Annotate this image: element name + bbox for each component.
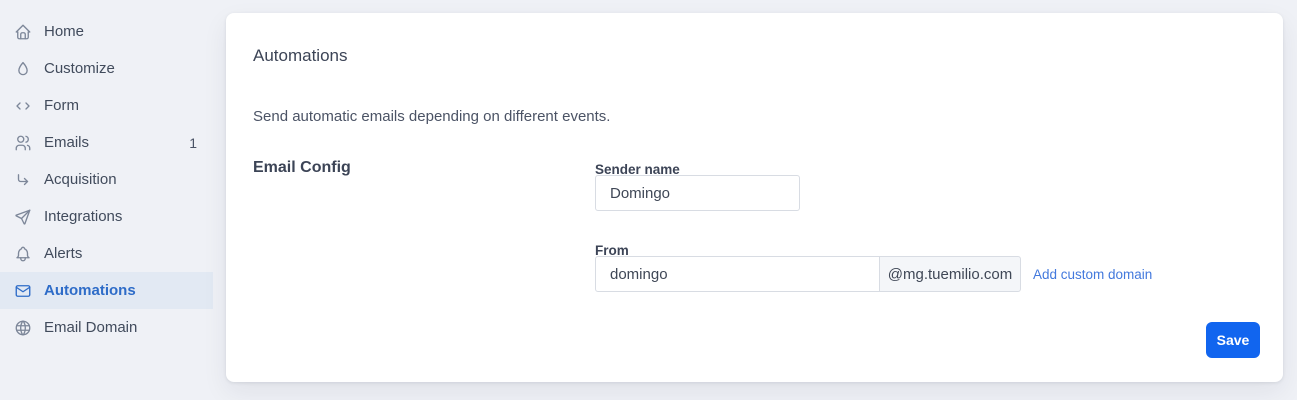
code-icon [14,97,32,115]
send-icon [14,208,32,226]
sidebar-item-integrations[interactable]: Integrations [0,198,213,235]
sidebar-item-automations[interactable]: Automations [0,272,213,309]
home-icon [14,23,32,41]
globe-icon [14,319,32,337]
sidebar-item-label: Form [44,97,79,114]
sidebar-item-customize[interactable]: Customize [0,50,213,87]
domain-suffix-addon: @mg.tuemilio.com [879,256,1021,292]
sidebar-item-alerts[interactable]: Alerts [0,235,213,272]
bell-icon [14,245,32,263]
sidebar-item-email-domain[interactable]: Email Domain [0,309,213,346]
sidebar-item-label: Home [44,23,85,40]
page-title: Automations [253,46,348,65]
from-input[interactable] [595,256,880,292]
sidebar-item-label: Acquisition [44,171,117,188]
corner-down-right-icon [14,171,32,189]
users-icon [14,134,32,152]
sidebar-item-label: Integrations [44,208,123,225]
sidebar-item-home[interactable]: Home [0,13,213,50]
sidebar-item-label: Alerts [44,245,83,262]
sidebar-item-form[interactable]: Form [0,87,213,124]
save-button[interactable]: Save [1206,322,1260,358]
emails-count-badge: 1 [189,134,197,151]
sidebar-item-acquisition[interactable]: Acquisition [0,161,213,198]
sidebar-item-label: Emails [44,134,90,151]
sidebar-item-label: Email Domain [44,319,138,336]
from-input-group: @mg.tuemilio.com [595,256,1021,292]
page-description: Send automatic emails depending on diffe… [253,108,611,125]
droplet-icon [14,60,32,78]
automations-card: Automations Send automatic emails depend… [226,13,1283,382]
sidebar-item-label: Customize [44,60,115,77]
mail-icon [14,282,32,300]
sidebar-item-emails[interactable]: Emails 1 [0,124,213,161]
email-config-section-title: Email Config [253,159,351,176]
sender-name-input[interactable] [595,175,800,211]
sidebar-item-label: Automations [44,282,136,299]
sidebar: Home Customize Form Emails 1 Acquisition… [0,0,213,346]
add-custom-domain-link[interactable]: Add custom domain [1033,267,1152,282]
